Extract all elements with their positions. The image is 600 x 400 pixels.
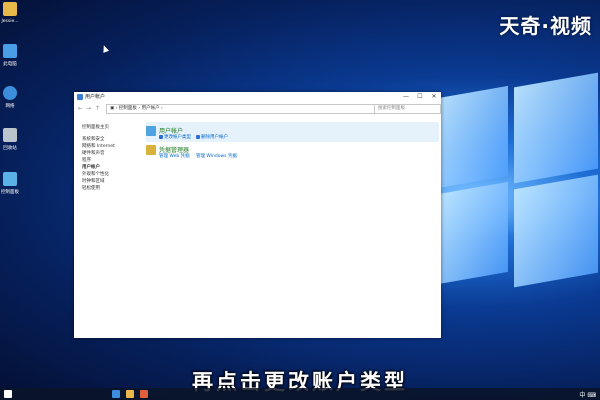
- taskbar-folder-icon[interactable]: [126, 390, 134, 398]
- taskbar-app-icon[interactable]: [140, 390, 148, 398]
- address-row: ← → ↑ ▣ › 控制面板 › 用户帐户 › 搜索控制面板: [74, 104, 441, 114]
- search-input[interactable]: 搜索控制面板: [374, 104, 441, 114]
- sidebar-item-system-security[interactable]: 系统和安全: [82, 136, 152, 143]
- sidebar-item-appearance[interactable]: 外观和个性化: [82, 171, 152, 178]
- window-titlebar[interactable]: 用户帐户 — ☐ ✕: [74, 92, 441, 102]
- sidebar-item-home[interactable]: 控制面板主页: [82, 124, 152, 131]
- maximize-button[interactable]: ☐: [413, 92, 427, 102]
- folder-user-icon: [3, 2, 17, 16]
- minimize-button[interactable]: —: [399, 92, 413, 102]
- user-accounts-icon: [77, 94, 83, 100]
- forward-arrow-icon[interactable]: →: [86, 105, 91, 112]
- desktop-icon-this-pc[interactable]: 此电脑: [0, 44, 20, 67]
- shield-icon: [196, 134, 200, 139]
- desktop-icon-network[interactable]: 网络: [0, 86, 20, 109]
- sidebar-item-programs[interactable]: 程序: [82, 157, 152, 164]
- sidebar-item-hardware-sound[interactable]: 硬件和声音: [82, 150, 152, 157]
- sidebar-item-user-accounts[interactable]: 用户帐户: [82, 164, 152, 171]
- address-bar[interactable]: ▣ › 控制面板 › 用户帐户 ›: [106, 104, 375, 114]
- mouse-cursor-icon: [100, 44, 110, 53]
- user-accounts-window: 用户帐户 — ☐ ✕ ← → ↑ ▣ › 控制面板 › 用户帐户 › 搜索控制面…: [74, 92, 441, 338]
- window-title: 用户帐户: [85, 94, 106, 100]
- network-icon: [3, 86, 17, 100]
- desktop-icon-recycle-bin[interactable]: 回收站: [0, 128, 20, 151]
- control-panel-icon: [3, 172, 17, 186]
- sidebar-item-ease-of-access[interactable]: 轻松使用: [82, 185, 152, 192]
- video-watermark: 天奇·视频: [499, 14, 592, 38]
- desktop-icon-control-panel[interactable]: 控制面板: [0, 172, 20, 195]
- remove-user-account-link[interactable]: 删除用户帐户: [196, 134, 228, 140]
- shield-icon: [159, 134, 163, 139]
- recycle-bin-icon: [3, 128, 17, 142]
- close-button[interactable]: ✕: [427, 92, 441, 102]
- taskbar: 中 ⌨: [0, 388, 600, 400]
- windows-logo-wallpaper: [438, 62, 598, 322]
- users-icon: [146, 126, 156, 136]
- manage-web-credentials-link[interactable]: 管理 Web 凭据: [159, 153, 190, 159]
- computer-icon: [3, 44, 17, 58]
- start-button-icon[interactable]: [4, 390, 12, 398]
- change-account-type-link[interactable]: 更改帐户类型: [159, 134, 191, 140]
- desktop-icon-user-folder[interactable]: Jessie...: [0, 2, 20, 24]
- taskbar-app-icon[interactable]: [112, 390, 120, 398]
- back-arrow-icon[interactable]: ←: [78, 105, 83, 112]
- manage-windows-credentials-link[interactable]: 管理 Windows 凭据: [196, 153, 237, 159]
- credential-manager-icon: [146, 145, 156, 155]
- system-tray[interactable]: 中 ⌨: [579, 390, 596, 399]
- sidebar-item-network[interactable]: 网络和 Internet: [82, 143, 152, 150]
- sidebar-nav: 控制面板主页 系统和安全 网络和 Internet 硬件和声音 程序 用户帐户 …: [82, 124, 152, 192]
- sidebar-item-clock-region[interactable]: 时钟和区域: [82, 178, 152, 185]
- up-arrow-icon[interactable]: ↑: [95, 105, 100, 112]
